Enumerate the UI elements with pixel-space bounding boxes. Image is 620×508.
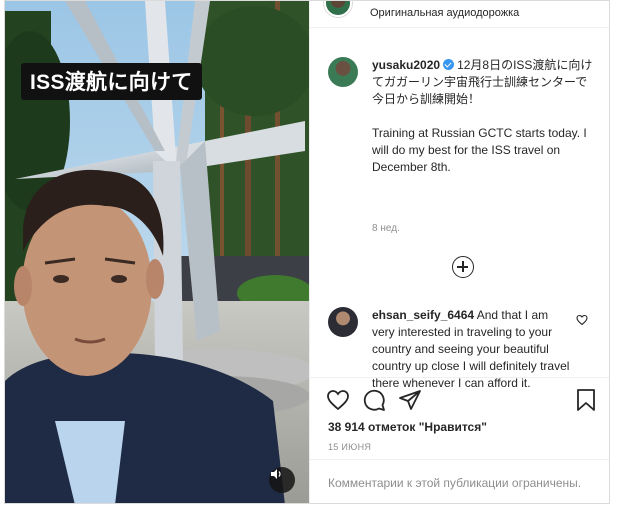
commenter-username[interactable]: ehsan_seify_6464 (372, 308, 474, 322)
video-caption-overlay: ISS渡航に向けて (21, 63, 202, 100)
post-date: 15 ИЮНЯ (328, 442, 372, 452)
comment-button[interactable] (362, 388, 386, 412)
share-button[interactable] (398, 388, 422, 412)
like-button[interactable] (326, 388, 350, 412)
post-modal: ISS渡航に向けて Оригинальная аудиодорожка yusa… (4, 0, 610, 504)
caption-english: Training at Russian GCTC starts today. I… (372, 126, 587, 174)
audio-track-label[interactable]: Оригинальная аудиодорожка (370, 7, 519, 19)
comments-limited-notice: Комментарии к этой публикации ограничены… (310, 459, 609, 503)
commenter-avatar[interactable] (328, 307, 358, 337)
header-avatar[interactable] (324, 1, 352, 17)
post-header: Оригинальная аудиодорожка (310, 1, 609, 28)
post-time-ago[interactable]: 8 нед. (372, 223, 400, 234)
share-icon (399, 390, 421, 410)
save-button[interactable] (574, 388, 598, 412)
heart-icon (576, 314, 588, 326)
post-media[interactable]: ISS渡航に向けて (5, 1, 309, 503)
comments-limited-text: Комментарии к этой публикации ограничены… (328, 476, 582, 490)
owner-username[interactable]: yusaku2020 (372, 58, 440, 72)
likes-count[interactable]: 38 914 отметок "Нравится" (328, 420, 487, 434)
verified-icon (443, 59, 455, 70)
comment-like-button[interactable] (576, 313, 588, 331)
post-caption: yusaku2020 12月8日のISS渡航に向けてガガーリン宇宙飛行士訓練センタ… (372, 57, 598, 176)
comment-icon (363, 389, 385, 411)
post-details-panel: Оригинальная аудиодорожка yusaku2020 12月8… (309, 1, 609, 503)
speaker-icon (271, 469, 281, 479)
load-more-comments-button[interactable] (452, 256, 474, 278)
audio-toggle-button[interactable] (269, 467, 295, 493)
owner-avatar[interactable] (328, 57, 358, 87)
heart-icon (327, 390, 349, 411)
bookmark-icon (577, 389, 595, 411)
